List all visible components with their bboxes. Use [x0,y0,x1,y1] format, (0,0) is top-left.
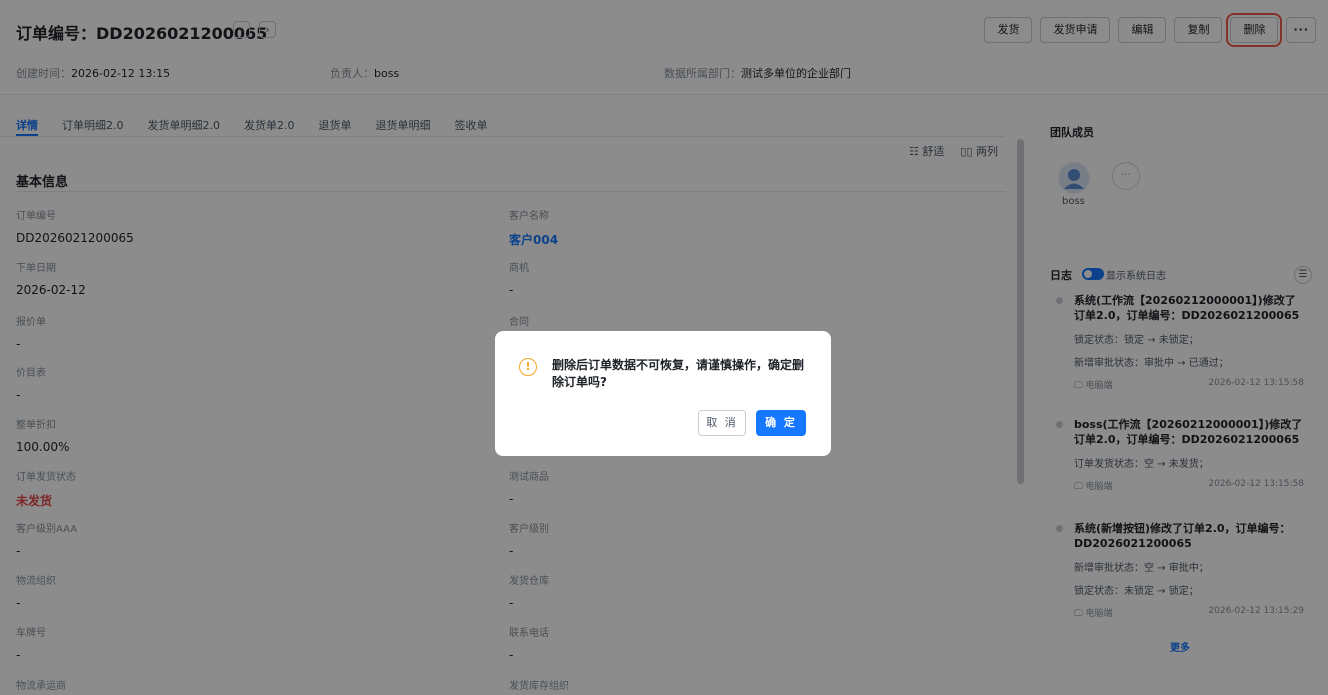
confirm-button[interactable]: 确 定 [756,410,806,436]
dialog-message: 删除后订单数据不可恢复，请谨慎操作，确定删除订单吗? [552,358,805,389]
delete-confirm-dialog: ! 删除后订单数据不可恢复，请谨慎操作，确定删除订单吗? 取 消 确 定 [495,331,831,456]
warning-icon: ! [519,358,537,376]
cancel-button[interactable]: 取 消 [698,410,746,436]
